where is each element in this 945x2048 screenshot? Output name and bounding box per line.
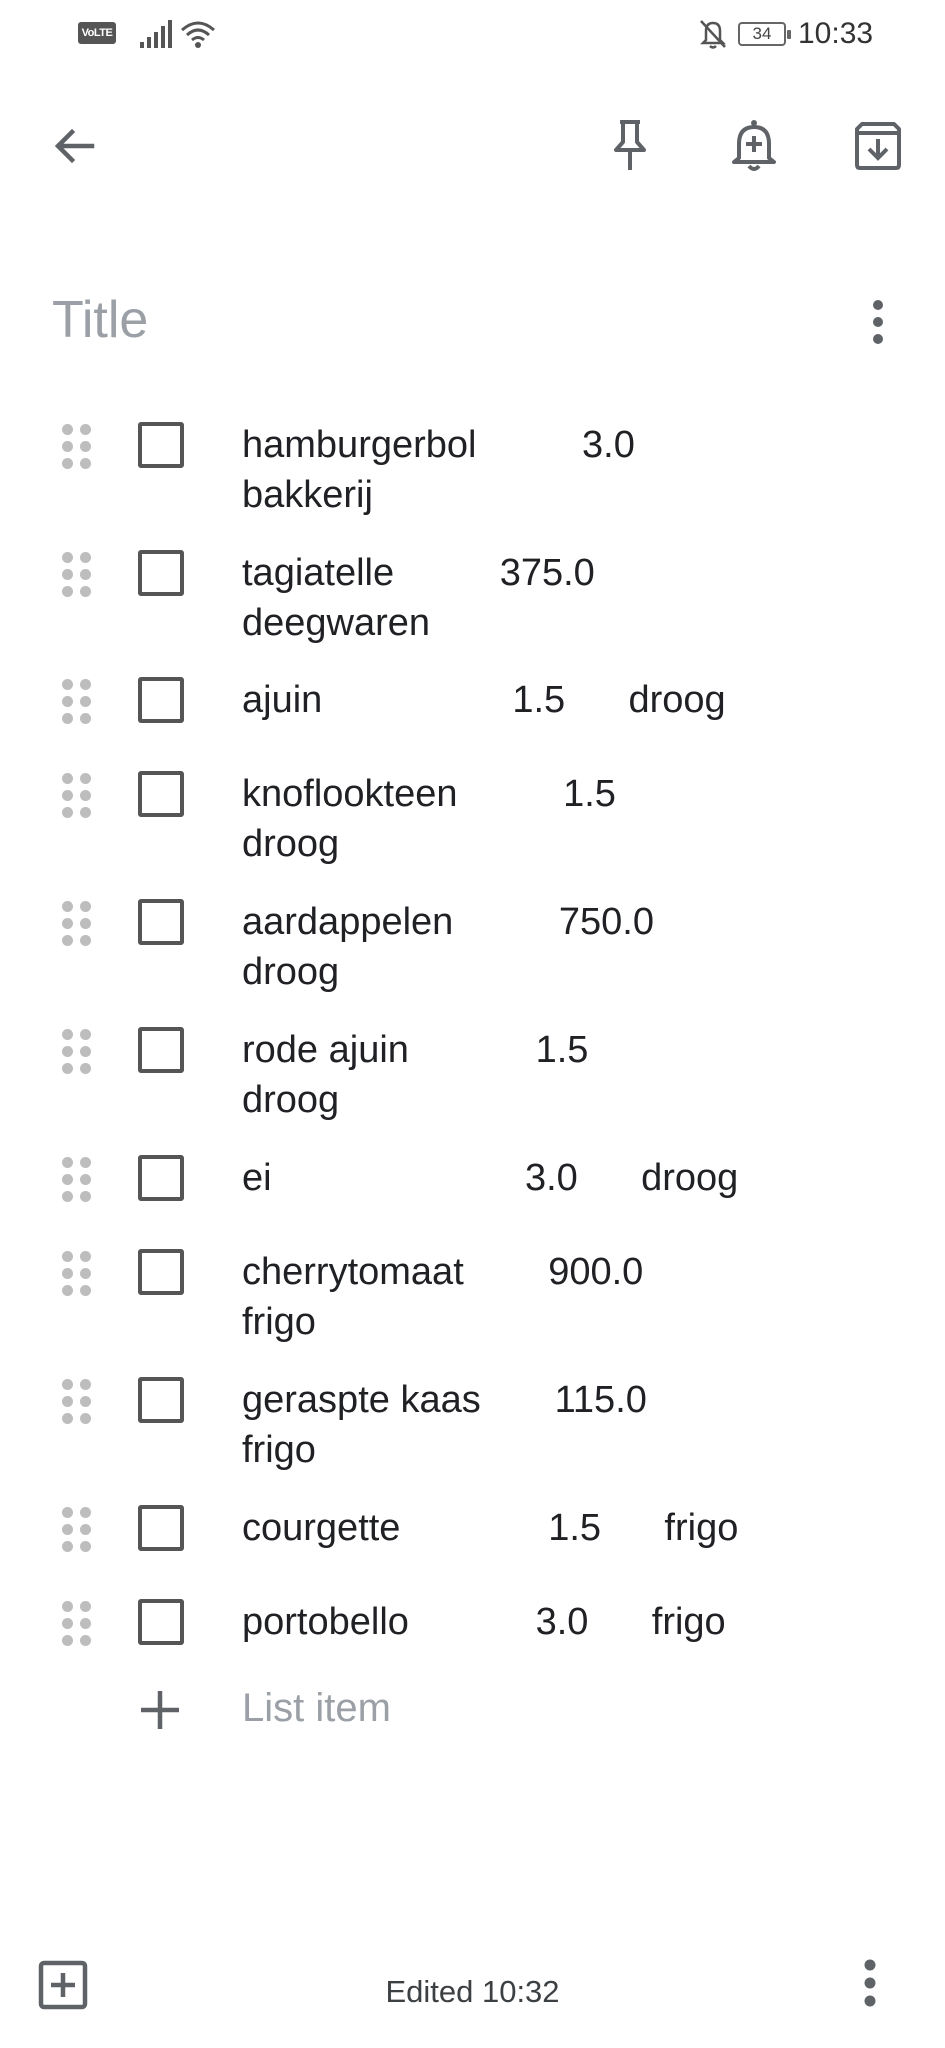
bottom-more-button[interactable] [860,1958,880,2013]
item-text[interactable]: knoflookteen 1.5 droog [242,769,616,869]
drag-handle-icon[interactable] [62,1379,92,1425]
add-icon [141,1691,179,1729]
item-checkbox[interactable] [138,899,184,945]
drag-handle-icon[interactable] [62,1029,92,1075]
add-alert-icon [732,120,776,171]
battery-icon: 34 [738,22,791,46]
more-vert-icon [864,1959,876,2007]
item-checkbox[interactable] [138,1155,184,1201]
drag-handle-icon[interactable] [62,773,92,819]
item-checkbox[interactable] [138,1027,184,1073]
notifications-off-icon [699,20,727,49]
item-text[interactable]: ei 3.0 droog [242,1153,738,1203]
item-text[interactable]: rode ajuin 1.5 droog [242,1025,588,1125]
item-checkbox[interactable] [138,1599,184,1645]
item-checkbox[interactable] [138,550,184,596]
drag-handle-icon[interactable] [62,1601,92,1647]
drag-handle-icon[interactable] [62,552,92,598]
status-bar: VoLTE 34 10:33 [0,0,945,70]
item-text[interactable]: courgette 1.5 frigo [242,1503,738,1553]
back-button[interactable] [34,106,114,186]
add-list-item[interactable]: List item [0,1680,945,1750]
item-text[interactable]: aardappelen 750.0 droog [242,897,654,997]
title-input[interactable] [52,285,812,355]
item-text[interactable]: ajuin 1.5 droog [242,675,726,725]
title-more-button[interactable] [838,282,918,362]
item-checkbox[interactable] [138,1377,184,1423]
pin-icon [614,120,646,170]
wifi-icon [181,21,215,48]
edited-timestamp: Edited 10:32 [385,1974,560,2009]
archive-icon [855,122,901,170]
status-time: 10:33 [798,17,874,50]
add-list-item-label: List item [242,1686,391,1730]
item-text[interactable]: tagiatelle 375.0 deegwaren [242,548,595,648]
arrow-back-icon [54,128,95,164]
item-checkbox[interactable] [138,1249,184,1295]
bottom-bar: Edited 10:32 [0,1940,945,2040]
drag-handle-icon[interactable] [62,1251,92,1297]
drag-handle-icon[interactable] [62,901,92,947]
pin-button[interactable] [590,106,670,186]
item-text[interactable]: portobello 3.0 frigo [242,1597,726,1647]
item-text[interactable]: hamburgerbol 3.0 bakkerij [242,420,635,520]
drag-handle-icon[interactable] [62,1157,92,1203]
item-checkbox[interactable] [138,677,184,723]
item-checkbox[interactable] [138,422,184,468]
item-checkbox[interactable] [138,1505,184,1551]
drag-handle-icon[interactable] [62,1507,92,1553]
item-text[interactable]: geraspte kaas 115.0 frigo [242,1375,647,1475]
more-vert-icon [873,300,883,344]
drag-handle-icon[interactable] [62,424,92,470]
item-checkbox[interactable] [138,771,184,817]
volte-icon: VoLTE [78,22,116,44]
archive-button[interactable] [838,106,918,186]
drag-handle-icon[interactable] [62,679,92,725]
reminder-button[interactable] [714,106,794,186]
signal-icon [140,20,172,48]
item-text[interactable]: cherrytomaat 900.0 frigo [242,1247,643,1347]
